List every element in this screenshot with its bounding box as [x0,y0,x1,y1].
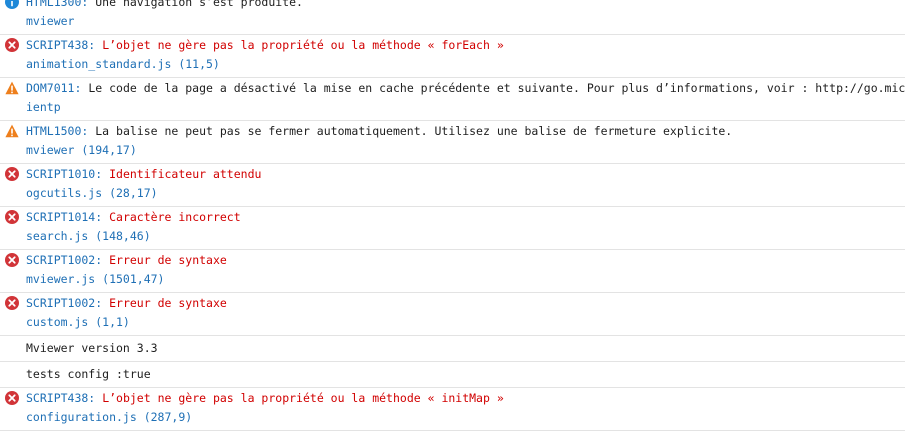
entry-source-line: ientp [26,98,905,117]
console-entry-error: SCRIPT1010: Identificateur attendu ogcuti… [0,164,905,207]
message-text: L’objet ne gère pas la propriété ou la m… [102,38,504,52]
entry-header: SCRIPT438: L’objet ne gère pas la propri… [26,389,905,408]
console-entry-error: SCRIPT1014: Caractère incorrect search.js… [0,207,905,250]
message-text: Une navigation s’est produite. [95,0,303,9]
message-text: Erreur de syntaxe [109,296,227,310]
console-entry-error: SCRIPT1002: Erreur de syntaxe custom.js (… [0,293,905,336]
message-code: SCRIPT1002: [26,253,103,267]
error-icon [5,296,19,310]
entry-source-line: mviewer.js (1501,47) [26,270,905,289]
source-link[interactable]: ogcutils.js (28,17) [26,186,158,200]
entry-header: HTML1300: Une navigation s’est produite. [26,0,905,12]
message-text: Le code de la page a désactivé la mise e… [88,81,905,95]
entry-header: SCRIPT1014: Caractère incorrect [26,208,905,227]
message-text: Identificateur attendu [109,167,262,181]
console-entry-error: SCRIPT1002: Erreur de syntaxe mviewer.js … [0,250,905,293]
entry-source-line: ogcutils.js (28,17) [26,184,905,203]
entry-source-line: mviewer [26,12,905,31]
entry-header: SCRIPT1010: Identificateur attendu [26,165,905,184]
message-text: La balise ne peut pas se fermer automati… [95,124,733,138]
console-entry-warning: DOM7011: Le code de la page a désactivé … [0,78,905,121]
message-code: DOM7011: [26,81,82,95]
log-message: tests config :true [26,367,151,381]
log-message: Mviewer version 3.3 [26,341,158,355]
error-icon [5,391,19,405]
entry-source-line: search.js (148,46) [26,227,905,246]
source-link[interactable]: mviewer (194,17) [26,143,137,157]
console-entry-error: SCRIPT438: L’objet ne gère pas la propri… [0,35,905,78]
message-code: SCRIPT1014: [26,210,103,224]
source-link[interactable]: animation_standard.js (11,5) [26,57,220,71]
source-link[interactable]: custom.js (1,1) [26,315,130,329]
message-text: Erreur de syntaxe [109,253,227,267]
error-icon [5,38,19,52]
entry-source-line: configuration.js (287,9) [26,408,905,427]
source-link[interactable]: mviewer [26,14,74,28]
source-link[interactable]: configuration.js (287,9) [26,410,192,424]
message-code: HTML1300: [26,0,89,9]
entry-header: SCRIPT438: L’objet ne gère pas la propri… [26,36,905,55]
source-link[interactable]: ientp [26,100,61,114]
console-entry-error: SCRIPT438: L’objet ne gère pas la propri… [0,388,905,431]
message-code: SCRIPT1002: [26,296,103,310]
warning-icon [5,81,19,95]
console-entry-log: Mviewer version 3.3 [0,336,905,362]
warning-icon [5,124,19,138]
source-link[interactable]: mviewer.js (1501,47) [26,272,164,286]
info-icon [5,0,19,9]
message-text: L’objet ne gère pas la propriété ou la m… [102,391,504,405]
console-entry-info: HTML1300: Une navigation s’est produite.… [0,0,905,35]
source-link[interactable]: search.js (148,46) [26,229,151,243]
error-icon [5,210,19,224]
message-code: SCRIPT438: [26,391,96,405]
error-icon [5,167,19,181]
entry-source-line: custom.js (1,1) [26,313,905,332]
message-code: HTML1500: [26,124,89,138]
console-entry-log: tests config :true [0,362,905,388]
message-text: Caractère incorrect [109,210,241,224]
message-code: SCRIPT438: [26,38,96,52]
entry-source-line: animation_standard.js (11,5) [26,55,905,74]
console-output: HTML1300: Une navigation s’est produite.… [0,0,905,431]
entry-header: DOM7011: Le code de la page a désactivé … [26,79,905,98]
error-icon [5,253,19,267]
entry-header: SCRIPT1002: Erreur de syntaxe [26,294,905,313]
entry-source-line: mviewer (194,17) [26,141,905,160]
entry-header: SCRIPT1002: Erreur de syntaxe [26,251,905,270]
message-code: SCRIPT1010: [26,167,103,181]
console-entry-warning: HTML1500: La balise ne peut pas se ferme… [0,121,905,164]
entry-header: HTML1500: La balise ne peut pas se ferme… [26,122,905,141]
